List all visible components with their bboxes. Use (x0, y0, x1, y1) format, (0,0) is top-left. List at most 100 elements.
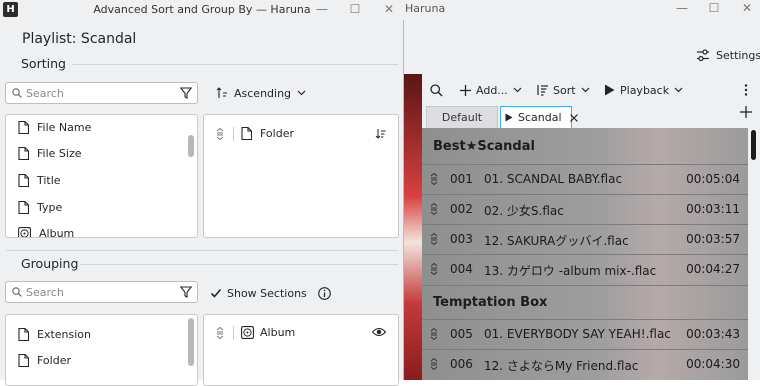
playback-button[interactable]: Playback (604, 78, 683, 102)
settings-sliders-icon (696, 48, 710, 62)
show-sections-label: Show Sections (227, 286, 307, 300)
sort-order-label: Ascending (234, 86, 292, 100)
eye-icon[interactable] (372, 327, 386, 337)
selected-item-label: Folder (260, 127, 294, 140)
list-item[interactable]: Type (6, 194, 181, 220)
sort-button[interactable]: Sort (536, 78, 590, 102)
track-duration: 00:03:43 (686, 327, 740, 341)
show-sections-checkbox[interactable]: Show Sections (210, 284, 331, 302)
selected-item-label: Album (260, 326, 296, 339)
document-icon (241, 127, 252, 140)
add-label: Add... (476, 83, 508, 97)
dialog-title: Advanced Sort and Group By — Haruna (93, 3, 311, 16)
new-tab-plus-icon[interactable] (740, 106, 752, 118)
track-number: 001 (450, 172, 473, 186)
minimize-icon[interactable]: — (314, 2, 330, 16)
sort-direction-icon[interactable] (375, 128, 386, 139)
add-button[interactable]: Add... (460, 78, 522, 102)
track-number: 004 (450, 262, 473, 276)
close-icon[interactable]: ✕ (739, 1, 755, 15)
tab-scandal[interactable]: Scandal (500, 106, 578, 128)
chevron-down-icon (297, 90, 306, 96)
track-title: 12. SAKURAグッバイ.flac (484, 234, 629, 248)
list-item[interactable]: Extension (6, 321, 181, 347)
info-icon[interactable] (317, 286, 331, 300)
selected-sort-item[interactable]: Folder (204, 123, 398, 145)
list-item[interactable]: Title (6, 167, 181, 193)
track-title: 12. さよならMy Friend.flac (484, 359, 639, 373)
track-duration: 00:04:30 (686, 357, 740, 371)
grouping-search-input[interactable]: Search (5, 281, 198, 303)
sort-order-button[interactable]: Ascending (216, 84, 306, 102)
item-divider (233, 127, 234, 141)
document-icon (18, 120, 29, 134)
track-duration: 00:05:04 (686, 172, 740, 186)
playlist-row[interactable]: 004 13. カゲロウ -album mix-.flac 00:04:27 (422, 254, 748, 283)
playlist-toolbar: Add... Sort Playback (404, 78, 760, 102)
drag-handle-icon[interactable] (430, 358, 438, 370)
chevron-down-icon (513, 87, 522, 93)
drag-handle-icon[interactable] (430, 203, 438, 215)
list-item-label: Folder (37, 353, 71, 367)
list-item[interactable]: File Size (6, 140, 181, 166)
document-icon (18, 327, 29, 341)
playlist-row[interactable]: 005 01. EVERYBODY SAY YEAH!.flac 00:03:4… (422, 319, 748, 348)
section-header: Temptation Box (422, 285, 748, 317)
drag-handle-icon[interactable] (430, 233, 438, 245)
playlist-search-icon[interactable] (430, 78, 443, 102)
settings-button[interactable]: Settings (696, 46, 760, 64)
grouping-selected-list: Album (203, 314, 399, 386)
document-icon (18, 200, 29, 214)
playlist-row[interactable]: 002 02. 少女S.flac 00:03:11 (422, 194, 748, 223)
search-placeholder: Search (26, 286, 64, 299)
grouping-heading: Grouping (21, 256, 79, 271)
playback-label: Playback (620, 83, 670, 97)
album-disc-icon (241, 326, 254, 339)
sorting-available-list: File Name File Size Title Type Album (5, 114, 198, 238)
playlist-row[interactable]: 006 12. さよならMy Friend.flac 00:04:30 (422, 349, 748, 378)
section-header: Best★Scandal (433, 139, 535, 154)
playlist-row[interactable]: 003 12. SAKURAグッバイ.flac 00:03:57 (422, 224, 748, 253)
sorting-selected-list: Folder (203, 114, 399, 238)
filter-icon[interactable] (180, 87, 192, 99)
grouping-divider (80, 264, 398, 265)
list-item-label: File Size (37, 146, 82, 160)
tab-default[interactable]: Default (426, 106, 498, 128)
drag-handle-icon[interactable] (430, 173, 438, 185)
track-number: 005 (450, 327, 473, 341)
drag-handle-icon[interactable] (430, 328, 438, 340)
sorting-search-input[interactable]: Search (5, 82, 198, 104)
drag-handle-icon[interactable] (216, 128, 224, 140)
tab-label: Default (441, 111, 483, 124)
playlist-scrollbar-thumb[interactable] (751, 130, 756, 160)
close-icon[interactable]: ✕ (381, 2, 397, 16)
maximize-icon[interactable]: ☐ (706, 1, 722, 15)
list-item[interactable]: Album (6, 220, 181, 237)
plus-icon (460, 84, 471, 96)
list-item[interactable]: File Name (6, 115, 181, 140)
drag-handle-icon[interactable] (430, 263, 438, 275)
document-icon (18, 146, 29, 160)
list-item[interactable]: Folder (6, 347, 181, 373)
selected-group-item[interactable]: Album (204, 322, 398, 344)
minimize-icon[interactable]: — (674, 1, 690, 15)
sorting-heading: Sorting (21, 56, 66, 71)
sorting-list-scrollbar[interactable] (188, 135, 194, 157)
track-duration: 00:03:11 (686, 202, 740, 216)
advanced-sort-dialog: H Advanced Sort and Group By — Haruna — … (0, 0, 404, 386)
section-divider (6, 250, 398, 251)
chevron-down-icon (674, 87, 683, 93)
playlist-scrollbar[interactable] (748, 128, 760, 380)
track-title: 02. 少女S.flac (484, 204, 564, 218)
filter-icon[interactable] (180, 286, 192, 298)
maximize-icon[interactable]: ☐ (347, 2, 363, 16)
overflow-menu-icon[interactable] (744, 78, 748, 102)
list-item-label: Type (37, 200, 63, 214)
playlist-row[interactable]: 001 01. SCANDAL BABY.flac 00:05:04 (422, 164, 748, 193)
drag-handle-icon[interactable] (216, 327, 224, 339)
track-number: 006 (450, 357, 473, 371)
close-tab-icon[interactable] (569, 113, 578, 122)
grouping-list-scrollbar[interactable] (188, 318, 194, 366)
checkmark-icon[interactable] (210, 287, 222, 299)
tab-label: Scandal (518, 111, 562, 124)
